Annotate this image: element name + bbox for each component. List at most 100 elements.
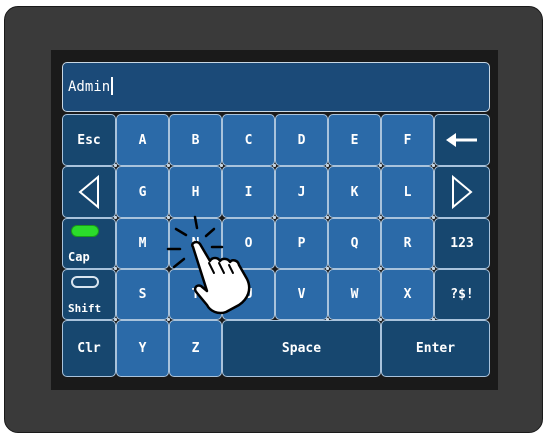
shift-key[interactable]: Shift: [62, 269, 116, 320]
key-k[interactable]: K: [328, 166, 381, 218]
key-i-label: I: [244, 184, 253, 200]
text-caret: [111, 77, 114, 95]
enter-key[interactable]: Enter: [381, 320, 490, 377]
clear-label: Clr: [77, 341, 101, 356]
text-input-display[interactable]: Admin: [62, 62, 490, 112]
key-s[interactable]: S: [116, 269, 169, 320]
grid-tick: [167, 216, 170, 219]
symbols-label: ?$!: [450, 287, 474, 302]
key-l[interactable]: L: [381, 166, 434, 218]
input-text: Admin: [68, 79, 111, 95]
grid-tick: [326, 216, 329, 219]
space-key[interactable]: Space: [222, 320, 381, 377]
key-j[interactable]: J: [275, 166, 328, 218]
key-n-label: N: [191, 236, 200, 251]
key-o-label: O: [244, 236, 253, 251]
grid-tick: [326, 164, 329, 167]
key-s-label: S: [138, 287, 147, 302]
key-d[interactable]: D: [275, 114, 328, 166]
shift-indicator-icon: [71, 276, 99, 288]
grid-tick: [379, 318, 382, 321]
triangle-left-icon: [78, 175, 99, 209]
grid-tick: [167, 164, 170, 167]
esc-label: Esc: [77, 132, 101, 148]
grid-tick: [220, 164, 223, 167]
key-c-label: C: [244, 132, 253, 148]
clear-key[interactable]: Clr: [62, 320, 116, 377]
key-d-label: D: [297, 132, 306, 148]
shift-label: Shift: [68, 302, 102, 315]
grid-tick: [432, 164, 435, 167]
caps-lock-key[interactable]: Cap: [62, 218, 116, 269]
grid-tick: [432, 318, 435, 321]
key-w-label: W: [350, 287, 359, 302]
key-u[interactable]: U: [222, 269, 275, 320]
enter-label: Enter: [415, 341, 456, 356]
key-k-label: K: [350, 184, 359, 200]
grid-tick: [379, 164, 382, 167]
cursor-left-key[interactable]: [62, 166, 116, 218]
backspace-arrow-icon: [446, 133, 477, 147]
key-m-label: M: [138, 236, 147, 251]
key-p[interactable]: P: [275, 218, 328, 269]
key-e[interactable]: E: [328, 114, 381, 166]
grid-tick: [114, 267, 117, 270]
key-p-label: P: [297, 236, 306, 251]
key-a-label: A: [138, 132, 147, 148]
grid-tick: [326, 318, 329, 321]
key-g[interactable]: G: [116, 166, 169, 218]
key-r[interactable]: R: [381, 218, 434, 269]
triangle-right-icon: [452, 175, 473, 209]
key-n[interactable]: N: [169, 218, 222, 269]
key-e-label: E: [350, 132, 359, 148]
key-h[interactable]: H: [169, 166, 222, 218]
grid-tick: [273, 164, 276, 167]
key-c[interactable]: C: [222, 114, 275, 166]
key-b[interactable]: B: [169, 114, 222, 166]
key-i[interactable]: I: [222, 166, 275, 218]
symbols-key[interactable]: ?$!: [434, 269, 490, 320]
backspace-key[interactable]: [434, 114, 490, 166]
grid-tick: [326, 267, 329, 270]
grid-tick: [379, 267, 382, 270]
key-f-label: F: [403, 132, 412, 148]
grid-tick: [273, 216, 276, 219]
key-y-label: Y: [138, 341, 147, 356]
key-t-label: T: [191, 287, 200, 302]
key-t[interactable]: T: [169, 269, 222, 320]
grid-tick: [432, 216, 435, 219]
key-w[interactable]: W: [328, 269, 381, 320]
numbers-key[interactable]: 123: [434, 218, 490, 269]
grid-tick: [114, 164, 117, 167]
key-x[interactable]: X: [381, 269, 434, 320]
key-b-label: B: [191, 132, 200, 148]
grid-tick: [432, 267, 435, 270]
grid-tick: [379, 216, 382, 219]
caps-label: Cap: [68, 250, 90, 264]
key-q[interactable]: Q: [328, 218, 381, 269]
key-v[interactable]: V: [275, 269, 328, 320]
key-g-label: G: [138, 184, 147, 200]
key-v-label: V: [297, 287, 306, 302]
key-r-label: R: [403, 236, 412, 251]
space-label: Space: [281, 341, 322, 356]
key-a[interactable]: A: [116, 114, 169, 166]
cursor-right-key[interactable]: [434, 166, 490, 218]
key-f[interactable]: F: [381, 114, 434, 166]
key-j-label: J: [297, 184, 306, 200]
esc-key[interactable]: Esc: [62, 114, 116, 166]
caps-indicator-icon: [71, 225, 99, 237]
key-z[interactable]: Z: [169, 320, 222, 377]
numbers-label: 123: [450, 236, 474, 251]
key-q-label: Q: [350, 236, 359, 251]
key-z-label: Z: [191, 341, 200, 356]
key-u-label: U: [244, 287, 253, 302]
grid-tick: [167, 318, 170, 321]
key-o[interactable]: O: [222, 218, 275, 269]
key-l-label: L: [403, 184, 412, 200]
key-y[interactable]: Y: [116, 320, 169, 377]
grid-tick: [114, 318, 117, 321]
grid-tick: [114, 216, 117, 219]
key-m[interactable]: M: [116, 218, 169, 269]
key-x-label: X: [403, 287, 412, 302]
